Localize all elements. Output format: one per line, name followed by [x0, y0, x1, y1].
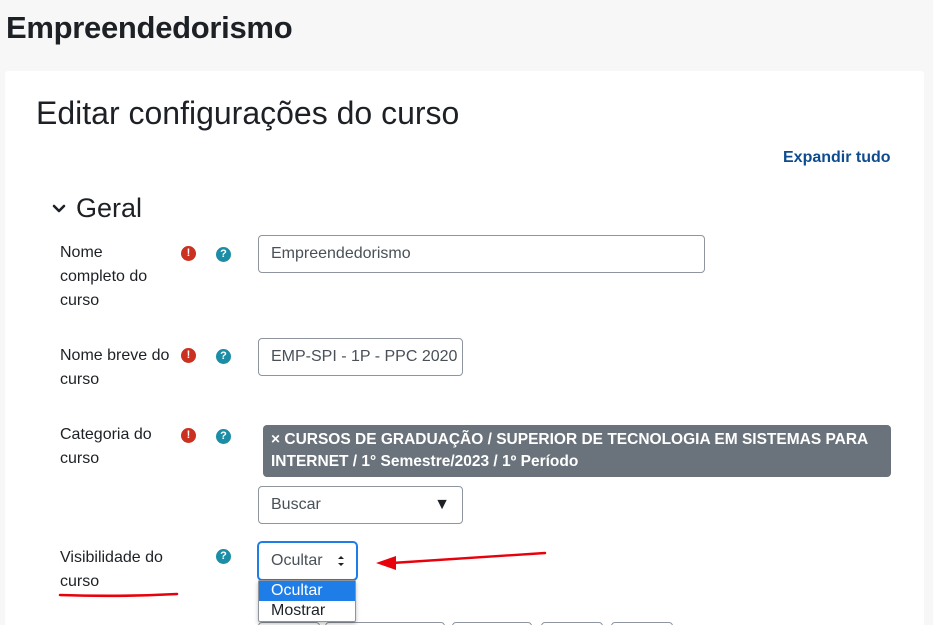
help-icon[interactable]: ? [216, 549, 231, 564]
fullname-input[interactable]: Empreendedorismo [258, 235, 705, 273]
selected-category-line2: INTERNET / 1° Semestre/2023 / 1º Período [271, 453, 579, 470]
help-icon[interactable]: ? [216, 247, 231, 262]
visibility-select[interactable]: Ocultar [258, 542, 357, 580]
category-label: Categoria do curso [60, 426, 152, 467]
page-title: Editar configurações do curso [36, 95, 460, 131]
dropdown-arrow-icon: ▼ [434, 496, 450, 513]
visibility-label: Visibilidade do curso [60, 549, 163, 590]
page-heading: Empreendedorismo [6, 10, 293, 45]
required-icon: ! [181, 428, 196, 443]
remove-category-icon[interactable]: × [271, 431, 280, 448]
section-title: Geral [76, 193, 143, 223]
section-geral-toggle[interactable]: Geral [50, 193, 142, 224]
expand-all-link[interactable]: Expandir tudo [783, 149, 891, 167]
selected-category-line1: CURSOS DE GRADUAÇÃO / SUPERIOR DE TECNOL… [284, 431, 869, 448]
chevron-down-icon [52, 204, 66, 212]
fullname-label: Nome completo do curso [60, 244, 148, 309]
help-icon[interactable]: ? [216, 349, 231, 364]
category-search-input[interactable]: Buscar ▼ [258, 486, 463, 524]
option-ocultar[interactable]: Ocultar [259, 581, 355, 601]
help-icon[interactable]: ? [216, 429, 231, 444]
required-icon: ! [181, 348, 196, 363]
option-mostrar[interactable]: Mostrar [259, 601, 355, 621]
shortname-input[interactable]: EMP-SPI - 1P - PPC 2020 [258, 338, 463, 376]
selected-category-badge[interactable]: × CURSOS DE GRADUAÇÃO / SUPERIOR DE TECN… [263, 425, 891, 477]
select-updown-icon [338, 556, 344, 566]
visibility-dropdown-list: Ocultar Mostrar [258, 580, 356, 622]
required-icon: ! [181, 246, 196, 261]
shortname-label: Nome breve do curso [60, 347, 170, 388]
